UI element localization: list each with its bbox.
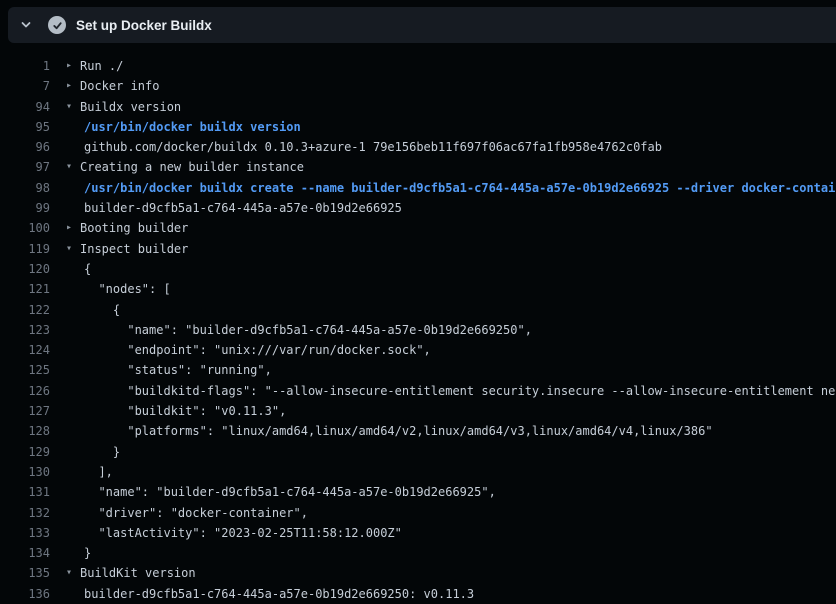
step-header[interactable]: Set up Docker Buildx (8, 7, 836, 43)
triangle-down-icon[interactable]: ▾ (66, 157, 80, 177)
line-number[interactable]: 132 (0, 503, 50, 523)
line-number[interactable]: 7 (0, 76, 50, 96)
log-line: 129 } (0, 442, 836, 462)
line-number[interactable]: 100 (0, 218, 50, 238)
log-output-text: ], (50, 462, 113, 482)
line-number[interactable]: 135 (0, 563, 50, 583)
log-output-text: "status": "running", (50, 360, 272, 380)
log-line: 136builder-d9cfb5a1-c764-445a-a57e-0b19d… (0, 584, 836, 604)
log-lines: 1▸Run ./7▸Docker info94▾Buildx version95… (0, 56, 836, 604)
log-output-text: { (50, 300, 120, 320)
triangle-right-icon[interactable]: ▸ (66, 56, 80, 76)
line-number[interactable]: 97 (0, 157, 50, 177)
log-output-text: "nodes": [ (50, 279, 171, 299)
log-line: 133 "lastActivity": "2023-02-25T11:58:12… (0, 523, 836, 543)
line-number[interactable]: 98 (0, 178, 50, 198)
log-line: 123 "name": "builder-d9cfb5a1-c764-445a-… (0, 320, 836, 340)
line-number[interactable]: 133 (0, 523, 50, 543)
log-line: 99builder-d9cfb5a1-c764-445a-a57e-0b19d2… (0, 198, 836, 218)
line-number[interactable]: 130 (0, 462, 50, 482)
triangle-right-icon[interactable]: ▸ (66, 76, 80, 96)
line-number[interactable]: 131 (0, 482, 50, 502)
line-number[interactable]: 96 (0, 137, 50, 157)
group-title[interactable]: Inspect builder (80, 239, 188, 259)
log-line[interactable]: 135 ▾BuildKit version (0, 563, 836, 583)
log-line: 131 "name": "builder-d9cfb5a1-c764-445a-… (0, 482, 836, 502)
line-number[interactable]: 124 (0, 340, 50, 360)
line-number[interactable]: 99 (0, 198, 50, 218)
log-line[interactable]: 100 ▸Booting builder (0, 218, 836, 238)
log-line: 125 "status": "running", (0, 360, 836, 380)
log-line: 130 ], (0, 462, 836, 482)
line-number[interactable]: 128 (0, 421, 50, 441)
triangle-right-icon[interactable]: ▸ (66, 218, 80, 238)
log-line[interactable]: 1 ▸Run ./ (0, 56, 836, 76)
log-line: 98/usr/bin/docker buildx create --name b… (0, 178, 836, 198)
log-output-text: builder-d9cfb5a1-c764-445a-a57e-0b19d2e6… (50, 584, 474, 604)
log-line[interactable]: 94 ▾Buildx version (0, 97, 836, 117)
log-line: 134} (0, 543, 836, 563)
line-number[interactable]: 121 (0, 279, 50, 299)
line-number[interactable]: 120 (0, 259, 50, 279)
log-output-text: builder-d9cfb5a1-c764-445a-a57e-0b19d2e6… (50, 198, 402, 218)
line-number[interactable]: 136 (0, 584, 50, 604)
log-command-text: /usr/bin/docker buildx version (50, 117, 301, 137)
log-output-text: { (50, 259, 91, 279)
log-output-text: "platforms": "linux/amd64,linux/amd64/v2… (50, 421, 713, 441)
line-number[interactable]: 122 (0, 300, 50, 320)
line-number[interactable]: 119 (0, 239, 50, 259)
group-title[interactable]: Booting builder (80, 218, 188, 238)
group-title[interactable]: BuildKit version (80, 563, 196, 583)
line-number[interactable]: 129 (0, 442, 50, 462)
triangle-down-icon[interactable]: ▾ (66, 97, 80, 117)
log-line: 121 "nodes": [ (0, 279, 836, 299)
check-circle-icon (48, 16, 66, 34)
log-line: 120{ (0, 259, 836, 279)
line-number[interactable]: 134 (0, 543, 50, 563)
chevron-down-icon[interactable] (20, 19, 32, 31)
triangle-down-icon[interactable]: ▾ (66, 239, 80, 259)
line-number[interactable]: 1 (0, 56, 50, 76)
line-number[interactable]: 126 (0, 381, 50, 401)
group-title[interactable]: Run ./ (80, 56, 123, 76)
log-output-text: github.com/docker/buildx 0.10.3+azure-1 … (50, 137, 662, 157)
log-line: 95/usr/bin/docker buildx version (0, 117, 836, 137)
line-number[interactable]: 94 (0, 97, 50, 117)
log-output-text: "lastActivity": "2023-02-25T11:58:12.000… (50, 523, 402, 543)
log-line: 127 "buildkit": "v0.11.3", (0, 401, 836, 421)
log-output-text: } (50, 543, 91, 563)
group-title[interactable]: Buildx version (80, 97, 181, 117)
line-number[interactable]: 125 (0, 360, 50, 380)
log-output-text: "buildkitd-flags": "--allow-insecure-ent… (50, 381, 836, 401)
log-command-text: /usr/bin/docker buildx create --name bui… (50, 178, 836, 198)
log-line: 96github.com/docker/buildx 0.10.3+azure-… (0, 137, 836, 157)
log-line: 126 "buildkitd-flags": "--allow-insecure… (0, 381, 836, 401)
group-title[interactable]: Creating a new builder instance (80, 157, 304, 177)
log-output-text: "driver": "docker-container", (50, 503, 308, 523)
line-number[interactable]: 95 (0, 117, 50, 137)
log-line: 132 "driver": "docker-container", (0, 503, 836, 523)
group-title[interactable]: Docker info (80, 76, 159, 96)
step-title: Set up Docker Buildx (76, 18, 212, 33)
log-line[interactable]: 7 ▸Docker info (0, 76, 836, 96)
triangle-down-icon[interactable]: ▾ (66, 563, 80, 583)
log-output-text: } (50, 442, 120, 462)
log-line[interactable]: 97 ▾Creating a new builder instance (0, 157, 836, 177)
line-number[interactable]: 127 (0, 401, 50, 421)
log-line: 124 "endpoint": "unix:///var/run/docker.… (0, 340, 836, 360)
log-line[interactable]: 119 ▾Inspect builder (0, 239, 836, 259)
log-output-text: "name": "builder-d9cfb5a1-c764-445a-a57e… (50, 482, 496, 502)
line-number[interactable]: 123 (0, 320, 50, 340)
log-output-text: "name": "builder-d9cfb5a1-c764-445a-a57e… (50, 320, 532, 340)
log-output-text: "buildkit": "v0.11.3", (50, 401, 286, 421)
log-line: 122 { (0, 300, 836, 320)
log-line: 128 "platforms": "linux/amd64,linux/amd6… (0, 421, 836, 441)
log-output-text: "endpoint": "unix:///var/run/docker.sock… (50, 340, 431, 360)
